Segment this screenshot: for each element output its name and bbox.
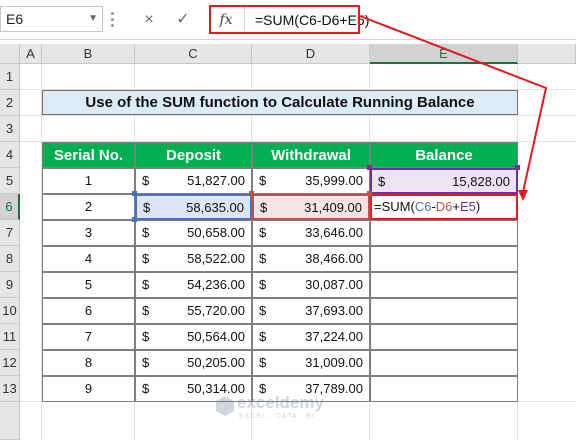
annotation-arrow	[359, 15, 548, 201]
exceldemy-logo-icon	[216, 396, 234, 416]
watermark-name: exceldemy	[237, 393, 324, 412]
watermark-tagline: EXCEL · DATA · BI	[239, 413, 315, 420]
watermark: exceldemy EXCEL · DATA · BI	[215, 393, 365, 425]
